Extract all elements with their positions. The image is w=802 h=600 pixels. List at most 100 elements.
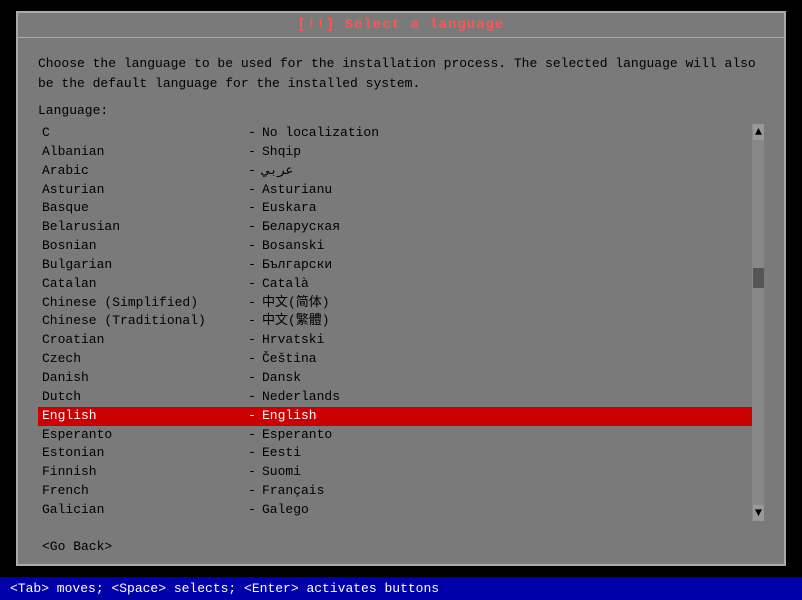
content: Choose the language to be used for the i…	[18, 38, 784, 529]
lang-native: Deutsch	[262, 520, 317, 521]
separator: -	[242, 256, 262, 275]
lang-native: Català	[262, 275, 309, 294]
separator: -	[242, 237, 262, 256]
dialog: [!!] Select a language Choose the langua…	[16, 11, 786, 566]
language-list[interactable]: C - No localizationAlbanian - ShqipArabi…	[38, 124, 752, 521]
list-item[interactable]: Danish - Dansk	[38, 369, 752, 388]
list-item[interactable]: Basque - Euskara	[38, 199, 752, 218]
list-item[interactable]: Albanian - Shqip	[38, 143, 752, 162]
separator: -	[242, 162, 262, 181]
language-label: Language:	[38, 103, 764, 118]
lang-native: Bosanski	[262, 237, 324, 256]
lang-native: Euskara	[262, 199, 317, 218]
separator: -	[242, 463, 262, 482]
lang-native: Dansk	[262, 369, 301, 388]
lang-native: Беларуская	[262, 218, 340, 237]
list-item[interactable]: Croatian - Hrvatski	[38, 331, 752, 350]
lang-name: Basque	[42, 199, 242, 218]
list-item[interactable]: Chinese (Simplified) - 中文(简体)	[38, 294, 752, 313]
title-text: [!!] Select a language	[298, 17, 505, 33]
go-back-button[interactable]: <Go Back>	[38, 537, 116, 556]
separator: -	[242, 294, 262, 313]
list-item[interactable]: English - English	[38, 407, 752, 426]
status-bar: <Tab> moves; <Space> selects; <Enter> ac…	[0, 577, 802, 600]
scroll-up-arrow[interactable]: ▲	[755, 126, 762, 138]
lang-name: Bosnian	[42, 237, 242, 256]
lang-native: Hrvatski	[262, 331, 324, 350]
list-item[interactable]: Dutch - Nederlands	[38, 388, 752, 407]
list-item[interactable]: French - Français	[38, 482, 752, 501]
separator: -	[242, 331, 262, 350]
lang-name: French	[42, 482, 242, 501]
lang-native: Français	[262, 482, 324, 501]
title-bar: [!!] Select a language	[18, 13, 784, 38]
list-item[interactable]: C - No localization	[38, 124, 752, 143]
separator: -	[242, 143, 262, 162]
lang-native: Eesti	[262, 444, 301, 463]
status-text: <Tab> moves; <Space> selects; <Enter> ac…	[10, 581, 439, 596]
separator: -	[242, 218, 262, 237]
separator: -	[242, 388, 262, 407]
lang-name: Asturian	[42, 181, 242, 200]
separator: -	[242, 501, 262, 520]
separator: -	[242, 426, 262, 445]
lang-native: English	[262, 407, 317, 426]
list-item[interactable]: Finnish - Suomi	[38, 463, 752, 482]
lang-name: Esperanto	[42, 426, 242, 445]
lang-native: Shqip	[262, 143, 301, 162]
list-item[interactable]: Galician - Galego	[38, 501, 752, 520]
lang-name: Albanian	[42, 143, 242, 162]
lang-name: German	[42, 520, 242, 521]
separator: -	[242, 312, 262, 331]
separator: -	[242, 199, 262, 218]
lang-native: No localization	[262, 124, 379, 143]
lang-name: English	[42, 407, 242, 426]
lang-name: Galician	[42, 501, 242, 520]
lang-native: Asturianu	[262, 181, 332, 200]
lang-name: Chinese (Traditional)	[42, 312, 242, 331]
description-text: Choose the language to be used for the i…	[38, 54, 764, 93]
lang-name: Czech	[42, 350, 242, 369]
list-item[interactable]: Bulgarian - Български	[38, 256, 752, 275]
scrollbar[interactable]: ▲ ▼	[752, 124, 764, 521]
dialog-wrapper: [!!] Select a language Choose the langua…	[0, 0, 802, 577]
lang-native: Čeština	[262, 350, 317, 369]
separator: -	[242, 444, 262, 463]
lang-native: Esperanto	[262, 426, 332, 445]
separator: -	[242, 124, 262, 143]
lang-native: Suomi	[262, 463, 301, 482]
separator: -	[242, 407, 262, 426]
separator: -	[242, 350, 262, 369]
lang-name: Estonian	[42, 444, 242, 463]
separator: -	[242, 181, 262, 200]
lang-name: Catalan	[42, 275, 242, 294]
list-item[interactable]: Asturian - Asturianu	[38, 181, 752, 200]
separator: -	[242, 520, 262, 521]
list-item[interactable]: German - Deutsch	[38, 520, 752, 521]
list-item[interactable]: Arabic - عربي	[38, 162, 752, 181]
scroll-thumb	[753, 268, 764, 288]
lang-native: 中文(简体)	[262, 294, 330, 313]
scroll-track	[753, 140, 764, 505]
lang-native: Nederlands	[262, 388, 340, 407]
lang-name: Danish	[42, 369, 242, 388]
separator: -	[242, 482, 262, 501]
lang-name: Chinese (Simplified)	[42, 294, 242, 313]
lang-name: C	[42, 124, 242, 143]
list-item[interactable]: Catalan - Català	[38, 275, 752, 294]
list-item[interactable]: Belarusian - Беларуская	[38, 218, 752, 237]
list-item[interactable]: Czech - Čeština	[38, 350, 752, 369]
scroll-down-arrow[interactable]: ▼	[755, 507, 762, 519]
list-item[interactable]: Estonian - Eesti	[38, 444, 752, 463]
separator: -	[242, 275, 262, 294]
lang-native: Български	[262, 256, 332, 275]
lang-name: Finnish	[42, 463, 242, 482]
list-item[interactable]: Chinese (Traditional) - 中文(繁體)	[38, 312, 752, 331]
lang-native: عربي	[262, 162, 293, 181]
outer-wrapper: [!!] Select a language Choose the langua…	[0, 0, 802, 600]
list-container: C - No localizationAlbanian - ShqipArabi…	[38, 124, 764, 521]
list-item[interactable]: Esperanto - Esperanto	[38, 426, 752, 445]
lang-name: Croatian	[42, 331, 242, 350]
lang-native: Galego	[262, 501, 309, 520]
list-item[interactable]: Bosnian - Bosanski	[38, 237, 752, 256]
